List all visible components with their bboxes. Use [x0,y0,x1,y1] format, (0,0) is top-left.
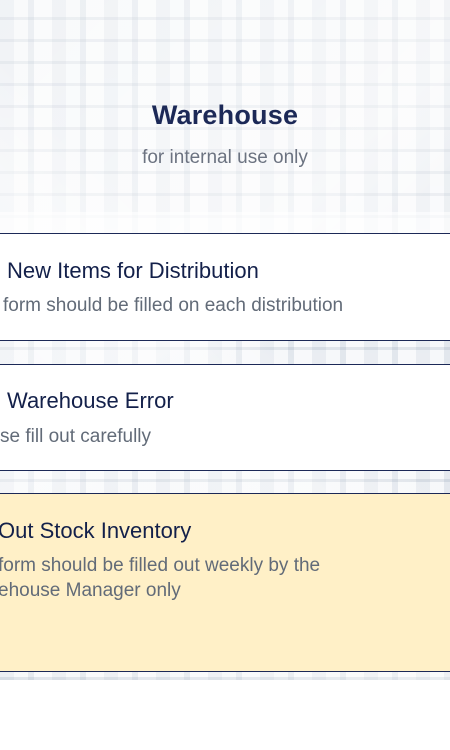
card-title: Out Stock Inventory [0,518,192,543]
page-title: Warehouse [151,100,299,130]
card-description: se fill out carefully [0,426,152,447]
form-card-warehouse-error[interactable]: Warehouse Error se fill out carefully [0,364,450,471]
card-description-line: ehouse Manager only [0,580,181,601]
form-card-new-items[interactable]: New Items for Distribution form should b… [0,233,450,341]
card-description: form should be filled out weekly by the … [0,553,398,603]
card-title: Warehouse Error [7,388,174,413]
page-header: Warehouse for internal use only [0,0,450,212]
card-description: form should be filled on each distributi… [3,295,344,316]
page-footer-space [0,680,450,750]
card-title: New Items for Distribution [7,258,259,283]
page-subtitle: for internal use only [142,147,308,168]
form-card-out-stock-inventory[interactable]: Out Stock Inventory form should be fille… [0,493,450,672]
header-divider [0,212,450,234]
card-description-line: form should be filled out weekly by the [0,555,321,576]
